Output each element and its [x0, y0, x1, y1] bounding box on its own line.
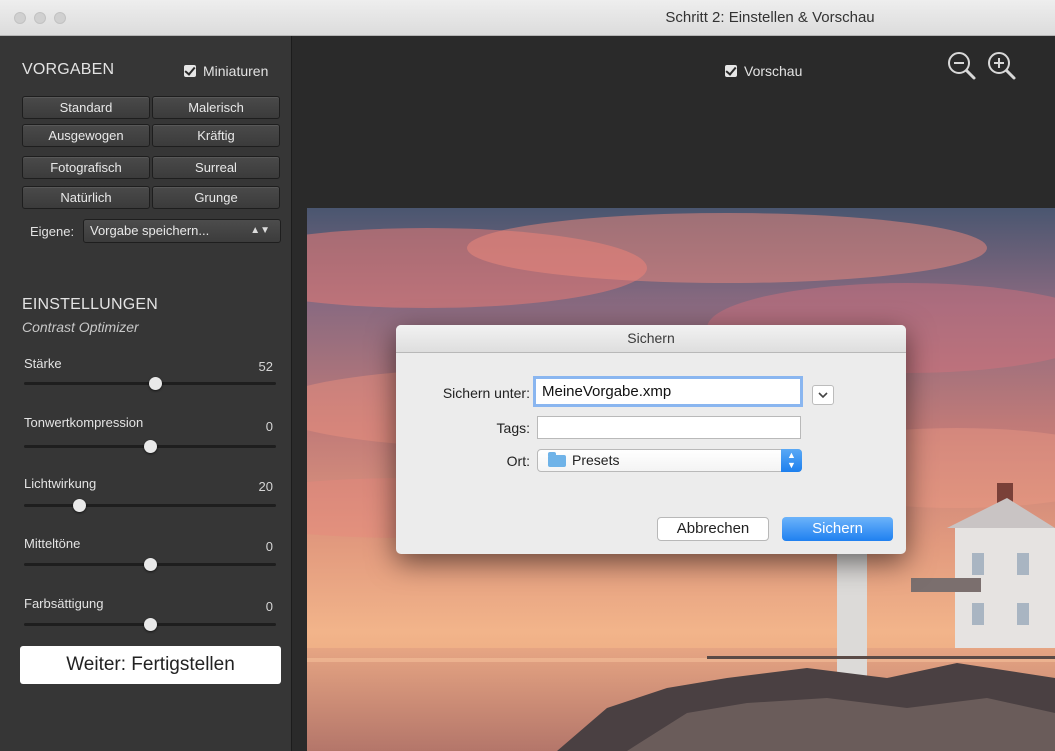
close-window-button[interactable] [14, 12, 26, 24]
checkbox-checked-icon [184, 65, 196, 77]
folder-icon [548, 452, 566, 467]
app-window: Schritt 2: Einstellen & Vorschau VORGABE… [0, 0, 1055, 751]
preset-button-malerisch[interactable]: Malerisch [152, 96, 280, 119]
chevron-down-icon [818, 392, 828, 399]
slider-track-mitteltoene[interactable] [24, 558, 276, 571]
slider-label-lichtwirkung: Lichtwirkung [24, 476, 97, 491]
preset-button-grunge[interactable]: Grunge [152, 186, 280, 209]
preview-label: Vorschau [744, 63, 803, 79]
custom-preset-value: Vorgabe speichern... [90, 223, 210, 238]
slider-knob-lichtwirkung[interactable] [73, 499, 87, 512]
settings-subtitle: Contrast Optimizer [22, 319, 139, 335]
slider-value-mitteltoene: 0 [265, 539, 273, 554]
slider-track-farbsaettigung[interactable] [24, 618, 276, 631]
slider-track-lichtwirkung[interactable] [24, 499, 276, 512]
custom-preset-label: Eigene: [30, 224, 75, 239]
slider-value-staerke: 52 [258, 359, 273, 374]
save-dialog: Sichern Sichern unter: MeineVorgabe.xmp … [396, 325, 906, 554]
slider-label-tonwertkompression: Tonwertkompression [24, 415, 144, 430]
zoom-in-icon[interactable] [986, 50, 1018, 82]
presets-heading: VORGABEN [22, 61, 115, 78]
slider-label-farbsaettigung: Farbsättigung [24, 596, 104, 611]
slider-value-farbsaettigung: 0 [265, 599, 273, 614]
slider-value-tonwertkompression: 0 [265, 419, 273, 434]
slider-knob-tonwertkompression[interactable] [144, 440, 157, 453]
location-value: Presets [572, 452, 620, 468]
slider-value-lichtwirkung: 20 [258, 479, 273, 494]
next-finish-button[interactable]: Weiter: Fertigstellen [20, 646, 281, 684]
zoom-window-button[interactable] [54, 12, 66, 24]
settings-heading: EINSTELLUNGEN [22, 296, 158, 313]
slider-knob-staerke[interactable] [149, 377, 163, 390]
minimize-window-button[interactable] [34, 12, 46, 24]
location-label: Ort: [506, 453, 530, 469]
save-dialog-title: Sichern [396, 325, 906, 353]
tags-field[interactable] [537, 416, 801, 439]
preset-button-fotografisch[interactable]: Fotografisch [22, 156, 150, 179]
updown-arrows-icon: ▲▼ [781, 449, 802, 472]
checkbox-checked-icon [725, 65, 737, 77]
sidebar: VORGABEN Miniaturen Standard Malerisch A… [0, 36, 292, 751]
slider-label-staerke: Stärke [24, 356, 62, 371]
slider-label-mitteltoene: Mitteltöne [24, 536, 81, 551]
custom-preset-select[interactable]: Vorgabe speichern... ▲▼ [83, 219, 281, 243]
location-select[interactable]: Presets ▲ ▼ [537, 449, 802, 472]
preset-button-standard[interactable]: Standard [22, 96, 150, 119]
updown-arrows-icon: ▲▼ [250, 225, 270, 236]
slider-knob-mitteltoene[interactable] [144, 558, 157, 571]
cancel-button[interactable]: Abbrechen [657, 517, 769, 541]
preview-checkbox[interactable]: Vorschau [725, 63, 802, 79]
zoom-out-icon[interactable] [946, 50, 978, 82]
preset-button-surreal[interactable]: Surreal [152, 156, 280, 179]
save-button[interactable]: Sichern [782, 517, 893, 541]
tags-label: Tags: [496, 420, 530, 436]
title-bar: Schritt 2: Einstellen & Vorschau [0, 0, 1055, 36]
preset-button-kraeftig[interactable]: Kräftig [152, 124, 280, 147]
save-as-field[interactable]: MeineVorgabe.xmp [533, 376, 803, 407]
slider-track-staerke[interactable] [24, 377, 276, 390]
thumbnails-checkbox[interactable]: Miniaturen [184, 63, 268, 79]
preset-button-ausgewogen[interactable]: Ausgewogen [22, 124, 150, 147]
preset-button-natuerlich[interactable]: Natürlich [22, 186, 150, 209]
expand-dialog-button[interactable] [812, 385, 834, 405]
thumbnails-label: Miniaturen [203, 63, 269, 79]
slider-knob-farbsaettigung[interactable] [144, 618, 157, 631]
window-title: Schritt 2: Einstellen & Vorschau [665, 9, 875, 26]
slider-track-tonwertkompression[interactable] [24, 440, 276, 453]
save-as-label: Sichern unter: [442, 385, 530, 401]
